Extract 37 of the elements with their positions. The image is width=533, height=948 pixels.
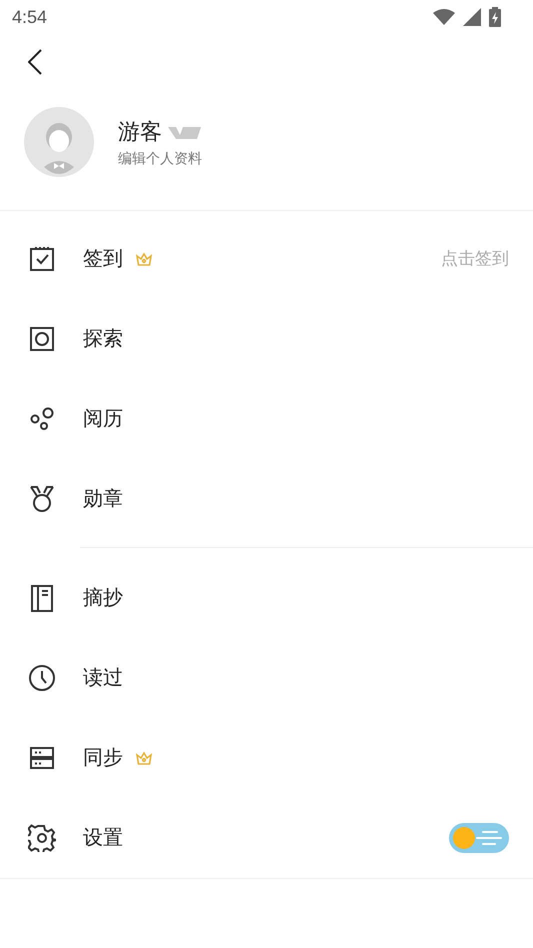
notebook-icon [29, 584, 55, 612]
crown-icon [135, 751, 153, 765]
menu-label: 摘抄 [83, 586, 123, 611]
menu-item[interactable]: 阅历 [0, 379, 533, 459]
menu-item[interactable]: 设置 [0, 798, 533, 878]
calendar-check-icon [29, 246, 55, 272]
signal-icon [463, 8, 481, 26]
edit-profile-link[interactable]: 编辑个人资料 [118, 148, 202, 169]
menu-item[interactable]: 同步 [0, 718, 533, 798]
motion-lines-icon [475, 830, 503, 846]
user-name: 游客 [118, 118, 162, 146]
menu-item[interactable]: 摘抄 [0, 558, 533, 638]
menu-label: 设置 [83, 826, 123, 851]
menu-item[interactable]: 探索 [0, 299, 533, 379]
server-icon [29, 745, 55, 771]
menu-label: 读过 [83, 666, 123, 691]
crown-icon [135, 252, 153, 266]
wifi-icon [433, 9, 455, 25]
sun-icon [452, 826, 476, 850]
bubbles-icon [29, 406, 55, 432]
menu-label: 同步 [83, 746, 123, 771]
menu-label: 阅历 [83, 407, 123, 432]
checkin-hint: 点击签到 [441, 248, 509, 270]
menu-item[interactable]: 签到 点击签到 [0, 219, 533, 299]
menu-label: 探索 [83, 327, 123, 352]
back-icon [28, 49, 42, 75]
theme-switch[interactable] [449, 823, 509, 853]
menu-item[interactable]: 勋章 [0, 459, 533, 539]
menu-label: 签到 [83, 247, 123, 272]
clock-icon [28, 664, 56, 692]
menu-label: 勋章 [83, 487, 123, 512]
settings-icon [28, 824, 56, 852]
medal-icon [29, 485, 55, 513]
avatar [24, 107, 94, 177]
status-time: 4:54 [12, 6, 48, 28]
battery-icon [489, 7, 501, 27]
menu-item[interactable]: 读过 [0, 638, 533, 718]
